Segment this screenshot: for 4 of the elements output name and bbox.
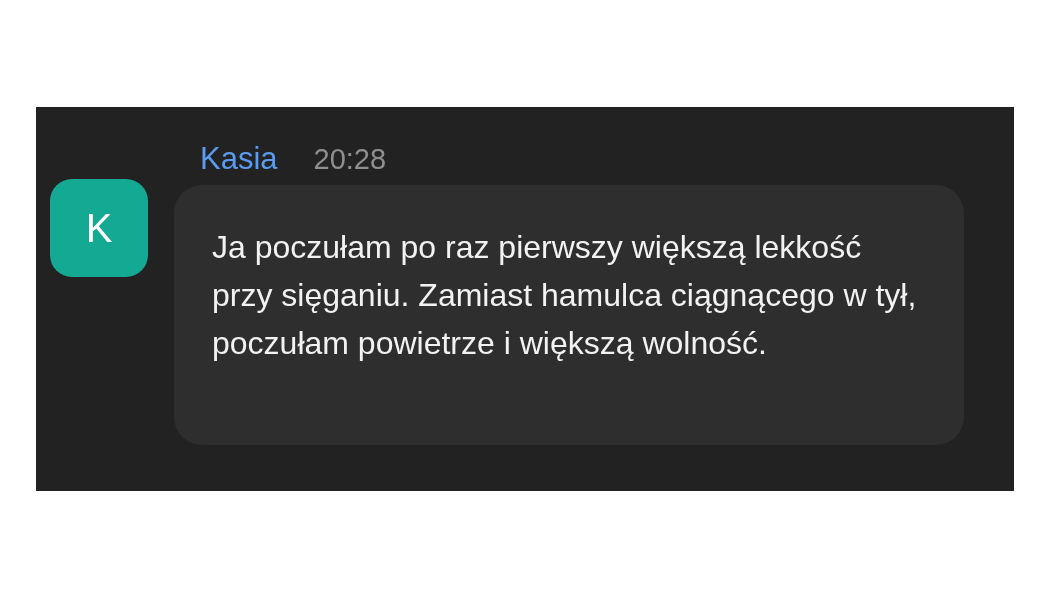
message-time: 20:28 (313, 143, 387, 176)
message-text: Ja poczułam po raz pierwszy większą lekkość przy sięganiu. Zamiast hamulca ciągnącego w tył, poczułam powietrze i większą wolność. (212, 228, 918, 363)
avatar: K (50, 179, 148, 277)
author-name: Kasia (200, 141, 278, 177)
